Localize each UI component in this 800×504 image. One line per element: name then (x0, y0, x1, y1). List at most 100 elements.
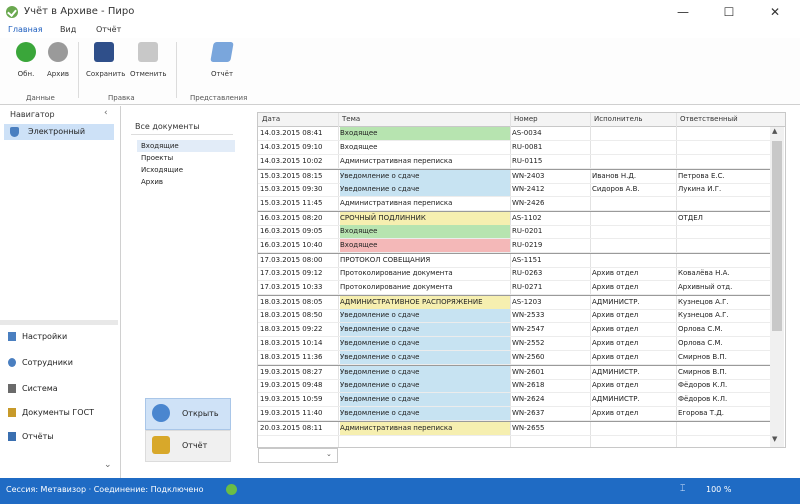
nav-item-electronic[interactable]: Электронный (4, 124, 114, 140)
cell-date: 17.03.2015 09:12 (260, 269, 323, 277)
cell-subject: ПРОТОКОЛ СОВЕЩАНИЯ (340, 256, 431, 264)
nav-link-documents[interactable]: Документы ГОСТ (8, 408, 94, 417)
cell-executor (592, 239, 676, 252)
cell-executor: Архив отдел (592, 283, 639, 291)
minimize-button[interactable]: — (660, 0, 706, 24)
cell-executor (592, 141, 676, 154)
table-row[interactable]: 15.03.2015 09:30 Уведомление о сдаче WN-24… (258, 183, 770, 197)
table-row[interactable]: 15.03.2015 08:15 Уведомление о сдаче WN-24… (258, 169, 770, 184)
column-header-executor[interactable]: Исполнитель (594, 115, 643, 123)
table-row[interactable]: 16.03.2015 08:20 СРОЧНЫЙ ПОДЛИННИК AS-1102… (258, 211, 770, 226)
folder-item[interactable]: Входящие (141, 142, 179, 150)
vertical-scrollbar[interactable]: ▲ ▼ (770, 127, 784, 447)
cell-number: WN-2426 (512, 199, 545, 207)
cell-number: AS-1203 (512, 298, 542, 306)
table-row[interactable]: 19.03.2015 09:48 Уведомление о сдаче WN-26… (258, 379, 770, 393)
cell-responsible: Орлова С.М. (678, 339, 723, 347)
cell-number: WN-2655 (512, 424, 545, 432)
report-big-button[interactable]: Отчёт (145, 430, 231, 462)
table-row[interactable]: 18.03.2015 10:14 Уведомление о сдаче WN-25… (258, 337, 770, 351)
cell-executor (592, 225, 676, 238)
table-row[interactable]: 14.03.2015 08:41 Входящее AS-0034 (258, 127, 770, 141)
cell-responsible: Архивный отд. (678, 283, 733, 291)
chevron-down-icon[interactable]: ⌄ (326, 450, 332, 458)
nav-link-system[interactable]: Система (8, 384, 58, 393)
tab-report[interactable]: Отчёт (96, 25, 121, 34)
open-button[interactable]: Открыть (145, 398, 231, 430)
cell-date: 19.03.2015 11:40 (260, 409, 323, 417)
cell-responsible: Петрова Е.С. (678, 172, 725, 180)
pane-splitter[interactable] (0, 320, 118, 325)
maximize-button[interactable]: ☐ (706, 0, 752, 24)
cell-date: 15.03.2015 11:45 (260, 199, 323, 207)
column-header-date[interactable]: Дата (262, 115, 280, 123)
table-row[interactable]: 14.03.2015 09:10 Входящее RU-0081 (258, 141, 770, 155)
cell-executor (592, 254, 676, 267)
table-row[interactable]: 17.03.2015 08:00 ПРОТОКОЛ СОВЕЩАНИЯ AS-115… (258, 253, 770, 268)
cell-number: RU-0263 (512, 269, 543, 277)
cell-date: 19.03.2015 08:27 (260, 368, 323, 376)
cell-executor: АДМИНИСТР. (592, 298, 640, 306)
cell-subject: Уведомление о сдаче (340, 183, 510, 196)
folder-item[interactable]: Исходящие (141, 166, 183, 174)
undo-label: Отменить (130, 70, 167, 78)
connection-status-icon (226, 484, 237, 495)
cell-subject: Входящее (340, 239, 510, 252)
table-row[interactable]: 17.03.2015 09:12 Протоколирование докумен… (258, 267, 770, 281)
cell-subject: Протоколирование документа (340, 269, 453, 277)
save-button[interactable]: Сохранить (86, 42, 125, 78)
folder-item[interactable]: Архив (141, 178, 163, 186)
collapse-pane-icon[interactable]: ‹ (104, 108, 108, 118)
undo-button[interactable]: Отменить (130, 42, 167, 78)
cell-subject: Уведомление о сдаче (340, 366, 510, 379)
refresh-button[interactable]: Обн. (8, 42, 44, 78)
chevron-down-icon[interactable]: ⌄ (104, 460, 112, 470)
table-row[interactable]: 19.03.2015 11:40 Уведомление о сдаче WN-26… (258, 407, 770, 421)
cell-responsible (678, 422, 768, 435)
table-row[interactable]: 18.03.2015 08:05 АДМИНИСТРАТИВНОЕ РАСПОРЯ… (258, 295, 770, 310)
table-row[interactable]: 18.03.2015 09:22 Уведомление о сдаче WN-25… (258, 323, 770, 337)
nav-link-employees[interactable]: Сотрудники (8, 358, 73, 367)
table-row[interactable]: 19.03.2015 10:59 Уведомление о сдаче WN-26… (258, 393, 770, 407)
close-button[interactable]: ✕ (752, 0, 798, 24)
tab-view[interactable]: Вид (60, 25, 76, 34)
cursor-icon: ⌶ (680, 484, 686, 494)
table-row[interactable]: 16.03.2015 10:40 Входящее RU-0219 (258, 239, 770, 253)
column-header-subject[interactable]: Тема (342, 115, 360, 123)
cell-responsible: Фёдоров К.Л. (678, 395, 728, 403)
table-row[interactable]: 15.03.2015 11:45 Административная перепис… (258, 197, 770, 211)
table-row[interactable]: 14.03.2015 10:02 Административная перепис… (258, 155, 770, 169)
cell-date: 18.03.2015 09:22 (260, 325, 323, 333)
report-icon (210, 42, 234, 62)
table-row[interactable]: 17.03.2015 10:33 Протоколирование докумен… (258, 281, 770, 295)
scroll-up-icon[interactable]: ▲ (772, 127, 777, 135)
cell-number: RU-0115 (512, 157, 543, 165)
column-header-responsible[interactable]: Ответственный (680, 115, 738, 123)
refresh-label: Обн. (17, 70, 35, 78)
table-row[interactable]: 20.03.2015 08:11 Административная перепис… (258, 421, 770, 436)
table-row[interactable]: 18.03.2015 11:36 Уведомление о сдаче WN-25… (258, 351, 770, 365)
table-row[interactable]: 18.03.2015 08:50 Уведомление о сдаче WN-25… (258, 309, 770, 323)
cell-executor (592, 212, 676, 225)
zoom-level[interactable]: 100 % (706, 485, 731, 494)
cell-responsible: Смирнов В.П. (678, 353, 727, 361)
tab-main[interactable]: Главная (8, 25, 43, 34)
table-row[interactable]: 19.03.2015 08:27 Уведомление о сдаче WN-26… (258, 365, 770, 380)
scroll-down-icon[interactable]: ▼ (772, 435, 777, 443)
cell-subject: Входящее (340, 143, 378, 151)
column-header-number[interactable]: Номер (514, 115, 538, 123)
archive-button[interactable]: Архив (40, 42, 76, 78)
cell-subject: Протоколирование документа (340, 283, 453, 291)
scroll-thumb[interactable] (772, 141, 782, 331)
broom-icon (152, 436, 170, 454)
report-button[interactable]: Отчёт (204, 42, 240, 78)
cell-responsible: Фёдоров К.Л. (678, 381, 728, 389)
nav-link-reports[interactable]: Отчёты (8, 432, 54, 441)
table-row[interactable]: 16.03.2015 09:05 Входящее RU-0201 (258, 225, 770, 239)
report-big-label: Отчёт (182, 441, 208, 450)
cell-responsible (678, 225, 768, 238)
nav-link-settings[interactable]: Настройки (8, 332, 67, 341)
cell-number: WN-2412 (512, 185, 545, 193)
cell-subject: Уведомление о сдаче (340, 393, 510, 406)
folder-item[interactable]: Проекты (141, 154, 173, 162)
